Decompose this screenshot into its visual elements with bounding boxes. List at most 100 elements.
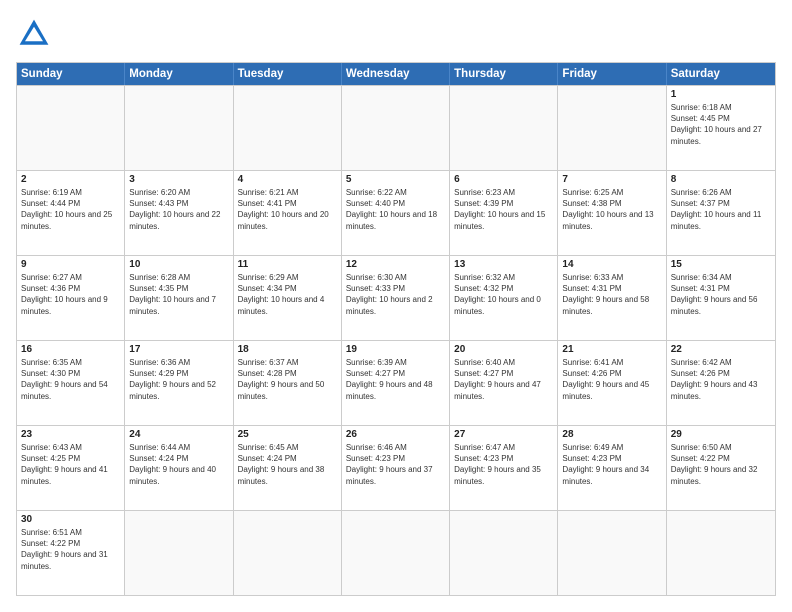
cal-cell-empty	[125, 511, 233, 595]
cal-cell-17: 17 Sunrise: 6:36 AM Sunset: 4:29 PM Dayli…	[125, 341, 233, 425]
cal-cell-26: 26Sunrise: 6:46 AM Sunset: 4:23 PM Dayli…	[342, 426, 450, 510]
day-info: Sunrise: 6:43 AM Sunset: 4:25 PM Dayligh…	[21, 442, 120, 487]
day-info: Sunrise: 6:47 AM Sunset: 4:23 PM Dayligh…	[454, 442, 553, 487]
header	[16, 16, 776, 52]
cal-week-1: 2 Sunrise: 6:19 AM Sunset: 4:44 PM Daylig…	[17, 170, 775, 255]
day-info: Sunrise: 6:28 AM Sunset: 4:35 PM Dayligh…	[129, 272, 228, 317]
day-info: Sunrise: 6:39 AM Sunset: 4:27 PM Dayligh…	[346, 357, 445, 402]
day-number: 14	[562, 259, 661, 270]
cal-cell-11: 11 Sunrise: 6:29 AM Sunset: 4:34 PM Dayli…	[234, 256, 342, 340]
cal-cell-18: 18 Sunrise: 6:37 AM Sunset: 4:28 PM Dayli…	[234, 341, 342, 425]
day-info: Sunrise: 6:20 AM Sunset: 4:43 PM Dayligh…	[129, 187, 228, 232]
cal-week-3: 16 Sunrise: 6:35 AM Sunset: 4:30 PM Dayli…	[17, 340, 775, 425]
cal-cell-20: 20Sunrise: 6:40 AM Sunset: 4:27 PM Dayli…	[450, 341, 558, 425]
day-number: 29	[671, 429, 771, 440]
cal-cell-5: 5 Sunrise: 6:22 AM Sunset: 4:40 PM Daylig…	[342, 171, 450, 255]
logo	[16, 16, 56, 52]
cal-cell-empty	[558, 86, 666, 170]
cal-cell-23: 23 Sunrise: 6:43 AM Sunset: 4:25 PM Dayli…	[17, 426, 125, 510]
cal-cell-29: 29 Sunrise: 6:50 AM Sunset: 4:22 PM Dayli…	[667, 426, 775, 510]
cal-header-monday: Monday	[125, 63, 233, 85]
day-number: 17	[129, 344, 228, 355]
day-number: 20	[454, 344, 553, 355]
day-number: 12	[346, 259, 445, 270]
day-number: 10	[129, 259, 228, 270]
day-number: 11	[238, 259, 337, 270]
calendar: SundayMondayTuesdayWednesdayThursdayFrid…	[16, 62, 776, 596]
day-number: 7	[562, 174, 661, 185]
cal-cell-25: 25Sunrise: 6:45 AM Sunset: 4:24 PM Dayli…	[234, 426, 342, 510]
cal-header-friday: Friday	[558, 63, 666, 85]
day-number: 9	[21, 259, 120, 270]
day-number: 27	[454, 429, 553, 440]
day-info: Sunrise: 6:18 AM Sunset: 4:45 PM Dayligh…	[671, 102, 771, 147]
cal-cell-21: 21 Sunrise: 6:41 AM Sunset: 4:26 PM Dayli…	[558, 341, 666, 425]
day-info: Sunrise: 6:25 AM Sunset: 4:38 PM Dayligh…	[562, 187, 661, 232]
cal-cell-19: 19 Sunrise: 6:39 AM Sunset: 4:27 PM Dayli…	[342, 341, 450, 425]
cal-cell-empty	[667, 511, 775, 595]
cal-header-thursday: Thursday	[450, 63, 558, 85]
day-info: Sunrise: 6:22 AM Sunset: 4:40 PM Dayligh…	[346, 187, 445, 232]
cal-cell-empty	[234, 511, 342, 595]
day-number: 23	[21, 429, 120, 440]
day-number: 22	[671, 344, 771, 355]
cal-cell-12: 12Sunrise: 6:30 AM Sunset: 4:33 PM Dayli…	[342, 256, 450, 340]
cal-week-0: 1 Sunrise: 6:18 AM Sunset: 4:45 PM Daylig…	[17, 85, 775, 170]
day-number: 21	[562, 344, 661, 355]
day-info: Sunrise: 6:26 AM Sunset: 4:37 PM Dayligh…	[671, 187, 771, 232]
day-number: 15	[671, 259, 771, 270]
day-number: 5	[346, 174, 445, 185]
cal-cell-16: 16 Sunrise: 6:35 AM Sunset: 4:30 PM Dayli…	[17, 341, 125, 425]
cal-cell-10: 10 Sunrise: 6:28 AM Sunset: 4:35 PM Dayli…	[125, 256, 233, 340]
cal-cell-3: 3Sunrise: 6:20 AM Sunset: 4:43 PM Daylig…	[125, 171, 233, 255]
day-info: Sunrise: 6:37 AM Sunset: 4:28 PM Dayligh…	[238, 357, 337, 402]
day-number: 25	[238, 429, 337, 440]
day-info: Sunrise: 6:19 AM Sunset: 4:44 PM Dayligh…	[21, 187, 120, 232]
day-number: 24	[129, 429, 228, 440]
day-info: Sunrise: 6:27 AM Sunset: 4:36 PM Dayligh…	[21, 272, 120, 317]
cal-cell-empty	[17, 86, 125, 170]
cal-cell-empty	[234, 86, 342, 170]
cal-cell-7: 7 Sunrise: 6:25 AM Sunset: 4:38 PM Daylig…	[558, 171, 666, 255]
cal-cell-8: 8 Sunrise: 6:26 AM Sunset: 4:37 PM Daylig…	[667, 171, 775, 255]
cal-cell-2: 2 Sunrise: 6:19 AM Sunset: 4:44 PM Daylig…	[17, 171, 125, 255]
cal-header-tuesday: Tuesday	[234, 63, 342, 85]
day-info: Sunrise: 6:51 AM Sunset: 4:22 PM Dayligh…	[21, 527, 120, 572]
day-number: 1	[671, 89, 771, 100]
day-number: 18	[238, 344, 337, 355]
cal-cell-empty	[558, 511, 666, 595]
cal-cell-15: 15 Sunrise: 6:34 AM Sunset: 4:31 PM Dayli…	[667, 256, 775, 340]
day-info: Sunrise: 6:32 AM Sunset: 4:32 PM Dayligh…	[454, 272, 553, 317]
day-info: Sunrise: 6:23 AM Sunset: 4:39 PM Dayligh…	[454, 187, 553, 232]
cal-header-saturday: Saturday	[667, 63, 775, 85]
day-number: 16	[21, 344, 120, 355]
day-info: Sunrise: 6:36 AM Sunset: 4:29 PM Dayligh…	[129, 357, 228, 402]
day-info: Sunrise: 6:29 AM Sunset: 4:34 PM Dayligh…	[238, 272, 337, 317]
cal-cell-empty	[342, 86, 450, 170]
cal-cell-empty	[450, 86, 558, 170]
day-info: Sunrise: 6:49 AM Sunset: 4:23 PM Dayligh…	[562, 442, 661, 487]
day-number: 8	[671, 174, 771, 185]
cal-cell-4: 4Sunrise: 6:21 AM Sunset: 4:41 PM Daylig…	[234, 171, 342, 255]
cal-header-wednesday: Wednesday	[342, 63, 450, 85]
day-info: Sunrise: 6:42 AM Sunset: 4:26 PM Dayligh…	[671, 357, 771, 402]
cal-cell-27: 27 Sunrise: 6:47 AM Sunset: 4:23 PM Dayli…	[450, 426, 558, 510]
day-info: Sunrise: 6:35 AM Sunset: 4:30 PM Dayligh…	[21, 357, 120, 402]
day-number: 2	[21, 174, 120, 185]
cal-cell-9: 9 Sunrise: 6:27 AM Sunset: 4:36 PM Daylig…	[17, 256, 125, 340]
cal-cell-30: 30 Sunrise: 6:51 AM Sunset: 4:22 PM Dayli…	[17, 511, 125, 595]
day-number: 6	[454, 174, 553, 185]
day-number: 28	[562, 429, 661, 440]
cal-week-5: 30 Sunrise: 6:51 AM Sunset: 4:22 PM Dayli…	[17, 510, 775, 595]
day-info: Sunrise: 6:41 AM Sunset: 4:26 PM Dayligh…	[562, 357, 661, 402]
day-info: Sunrise: 6:50 AM Sunset: 4:22 PM Dayligh…	[671, 442, 771, 487]
cal-cell-empty	[125, 86, 233, 170]
day-number: 19	[346, 344, 445, 355]
logo-icon	[16, 16, 52, 52]
day-number: 30	[21, 514, 120, 525]
day-info: Sunrise: 6:34 AM Sunset: 4:31 PM Dayligh…	[671, 272, 771, 317]
day-info: Sunrise: 6:33 AM Sunset: 4:31 PM Dayligh…	[562, 272, 661, 317]
cal-cell-13: 13Sunrise: 6:32 AM Sunset: 4:32 PM Dayli…	[450, 256, 558, 340]
cal-cell-14: 14 Sunrise: 6:33 AM Sunset: 4:31 PM Dayli…	[558, 256, 666, 340]
cal-cell-22: 22 Sunrise: 6:42 AM Sunset: 4:26 PM Dayli…	[667, 341, 775, 425]
